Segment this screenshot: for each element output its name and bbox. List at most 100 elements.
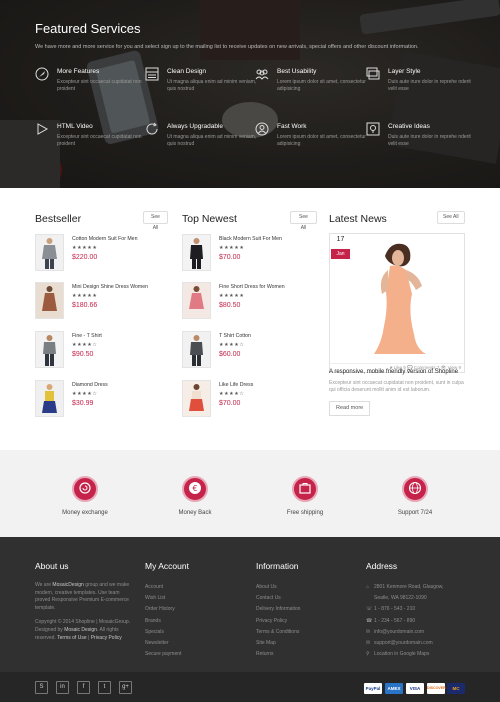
feature-title: Fast Work <box>277 123 307 130</box>
product-image[interactable] <box>182 380 211 417</box>
service-label: Support 7/24 <box>397 510 433 516</box>
product-rating: ★★★★☆ <box>72 342 98 348</box>
discover-icon: DISCOVER <box>427 683 446 694</box>
terms-link[interactable]: Terms of Use <box>57 635 86 641</box>
footer-link-brands[interactable]: Brands <box>145 616 189 627</box>
mastercard-icon: MC <box>447 683 465 694</box>
product-image[interactable] <box>182 331 211 368</box>
footer-link-site-map[interactable]: Site Map <box>256 638 300 649</box>
service-money-exchange[interactable]: Money exchange <box>50 476 120 516</box>
footer-link-order-history[interactable]: Order History <box>145 604 189 615</box>
address-map-link[interactable]: ⚲ Location in Google Maps <box>366 649 444 660</box>
privacy-link[interactable]: Privacy Policy <box>91 635 122 641</box>
support-icon <box>255 122 269 136</box>
product-image[interactable] <box>35 282 64 319</box>
footer-link-newsletter[interactable]: Newsletter <box>145 638 189 649</box>
feature-title: More Features <box>57 68 100 75</box>
bulb-icon <box>366 122 380 136</box>
footer-link-contact-us[interactable]: Contact Us <box>256 593 300 604</box>
euro-icon: € <box>188 481 202 497</box>
product-name[interactable]: Cotton Modern Suit For Men <box>72 236 137 242</box>
product-item[interactable]: Like Life Dress ★★★★☆ $70.00 <box>182 380 322 420</box>
product-name[interactable]: Fine Short Dress for Women <box>219 284 285 290</box>
product-image[interactable] <box>35 380 64 417</box>
top-newest-see-all-button[interactable]: See All <box>290 211 317 231</box>
product-image[interactable] <box>35 331 64 368</box>
product-name[interactable]: Mini Design Shine Dress Women <box>72 284 148 290</box>
feature-desc: Ut magna aliqua enim ad minim veniam, qu… <box>167 134 257 147</box>
service-label: Money Back <box>178 510 212 516</box>
bestseller-title: Bestseller <box>35 213 82 225</box>
service-label: Money exchange <box>62 510 108 516</box>
product-rating: ★★★★☆ <box>72 391 98 397</box>
service-free-shipping[interactable]: Free shipping <box>270 476 340 516</box>
product-item[interactable]: Mini Design Shine Dress Women ★★★★★ $180… <box>35 282 175 322</box>
product-item[interactable]: Diamond Dress ★★★★☆ $30.99 <box>35 380 175 420</box>
address-support-email[interactable]: ✉ support@yourdomain.com <box>366 638 444 649</box>
latest-news-see-all-button[interactable]: See All <box>437 211 465 224</box>
product-image[interactable] <box>35 234 64 271</box>
product-price: $220.00 <box>72 254 98 261</box>
product-item[interactable]: Cotton Modern Suit For Men ★★★★★ $220.00 <box>35 234 175 274</box>
product-name[interactable]: Like Life Dress <box>219 382 253 388</box>
product-price: $70.00 <box>219 254 241 261</box>
brand-link[interactable]: MosaicDesign <box>52 582 83 588</box>
bestseller-see-all-button[interactable]: See All <box>143 211 168 231</box>
news-post-title[interactable]: A responsive, mobile friendly version of… <box>329 369 458 375</box>
product-image[interactable] <box>182 282 211 319</box>
google-plus-icon[interactable]: g+ <box>119 681 132 694</box>
service-label: Free shipping <box>286 510 324 516</box>
product-name[interactable]: T Shirt Cotton <box>219 333 251 339</box>
product-name[interactable]: Black Modern Suit For Men <box>219 236 282 242</box>
product-rating: ★★★★☆ <box>219 342 245 348</box>
site-footer: About us We are MosaicDesign group and w… <box>0 537 500 672</box>
phone-icon: ☏ <box>366 606 373 613</box>
service-money-back[interactable]: € Money Back <box>160 476 230 516</box>
product-price: $80.50 <box>219 302 241 309</box>
product-image[interactable] <box>182 234 211 271</box>
product-item[interactable]: Black Modern Suit For Men ★★★★★ $70.00 <box>182 234 322 274</box>
designer-link[interactable]: Mosaic Design <box>64 627 97 633</box>
address-city: Seatle, WA 98122-1090 <box>374 595 427 602</box>
linkedin-icon[interactable]: in <box>56 681 69 694</box>
product-price: $60.00 <box>219 351 241 358</box>
product-item[interactable]: Fine Short Dress for Women ★★★★★ $80.50 <box>182 282 322 322</box>
footer-link-delivery[interactable]: Delivery Information <box>256 604 300 615</box>
footer-link-privacy[interactable]: Privacy Policy <box>256 616 300 627</box>
product-item[interactable]: T Shirt Cotton ★★★★☆ $60.00 <box>182 331 322 371</box>
feature-title: Best Usability <box>277 68 317 75</box>
mail-icon: ✉ <box>366 640 371 647</box>
footer-link-about-us[interactable]: About Us <box>256 582 300 593</box>
featured-services-hero: Featured Services We have more and more … <box>0 0 500 188</box>
product-item[interactable]: Fine - T Shirt ★★★★☆ $90.50 <box>35 331 175 371</box>
twitter-icon[interactable]: t <box>98 681 111 694</box>
skype-icon[interactable]: S <box>35 681 48 694</box>
footer-link-account[interactable]: Account <box>145 582 189 593</box>
footer-link-secure-payment[interactable]: Secure payment <box>145 649 189 660</box>
news-post-excerpt: Excepteur sint occaecat cupidatat non pr… <box>329 380 464 393</box>
read-more-button[interactable]: Read more <box>329 401 371 416</box>
footer-link-returns[interactable]: Returns <box>256 649 300 660</box>
facebook-icon[interactable]: f <box>77 681 90 694</box>
footer-account-title: My Account <box>145 561 189 571</box>
product-price: $30.99 <box>72 400 94 407</box>
footer-about-title: About us <box>35 561 69 571</box>
feature-title: Creative Ideas <box>388 123 430 130</box>
globe-icon <box>408 481 422 497</box>
footer-link-specials[interactable]: Specials <box>145 627 189 638</box>
footer-link-terms[interactable]: Terms & Conditions <box>256 627 300 638</box>
layout-icon <box>145 67 159 81</box>
product-rating: ★★★★★ <box>219 293 245 299</box>
footer-address: Address ⌂ 2801 Kenmore Road, Glasgow, Sea… <box>366 561 444 660</box>
service-support[interactable]: Support 7/24 <box>380 476 450 516</box>
feature-title: HTML Video <box>57 123 93 130</box>
address-fax: ☎ 1 - 234 - 567 - 890 <box>366 616 444 627</box>
news-image[interactable] <box>330 234 464 363</box>
news-card[interactable]: 17 Jan ♥ Like 9 💬 Comments 7 👁 View 9 <box>329 233 465 373</box>
users-icon <box>255 67 269 81</box>
product-name[interactable]: Diamond Dress <box>72 382 108 388</box>
featured-subtitle: We have more and more service for you an… <box>35 44 419 50</box>
footer-link-wish-list[interactable]: Wish List <box>145 593 189 604</box>
address-email[interactable]: ✉ info@yourdomain.com <box>366 627 444 638</box>
product-name[interactable]: Fine - T Shirt <box>72 333 102 339</box>
